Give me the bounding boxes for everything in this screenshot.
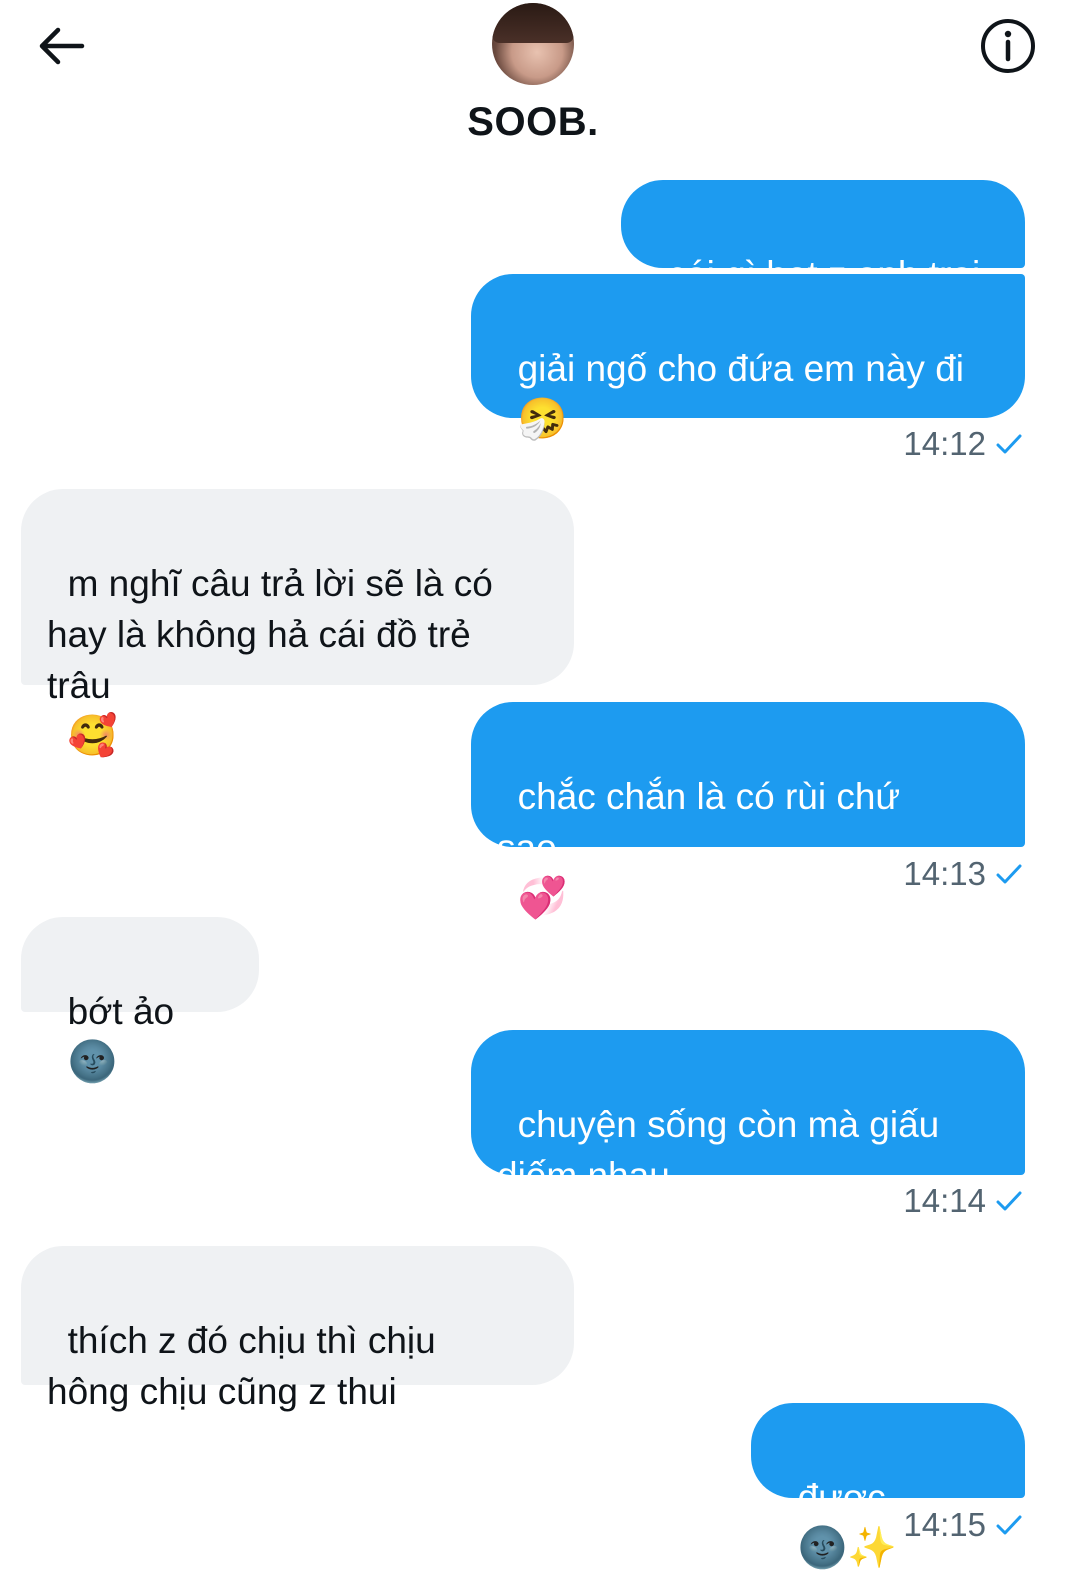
smiling-halo-emoji: 😇 — [517, 1203, 560, 1249]
message-text: chuyện sống còn mà giấu diếm nhau — [497, 1104, 940, 1196]
message-text: bớt ảo — [67, 991, 175, 1032]
message-bubble-outgoing[interactable]: giải ngố cho đứa em này đi 🤧 — [471, 274, 1025, 442]
message-meta: 14:12 — [903, 425, 1022, 463]
avatar[interactable] — [492, 3, 574, 85]
message-text: được — [797, 1477, 886, 1518]
message-bubble-incoming[interactable]: m nghĩ câu trả lời sẽ là có hay là không… — [21, 489, 574, 759]
sneezing-face-emoji: 🤧 — [517, 396, 568, 442]
info-button[interactable] — [978, 16, 1038, 76]
read-check-icon — [996, 864, 1022, 884]
smiling-hearts-emoji: 🥰 — [67, 713, 118, 759]
message-bubble-incoming[interactable]: bớt ảo 🌚 — [21, 917, 259, 1085]
read-check-icon — [996, 1515, 1022, 1535]
timestamp: 14:14 — [903, 1182, 986, 1219]
message-bubble-outgoing[interactable]: chắc chắn là có rùi chứ sao 💞 — [471, 702, 1025, 921]
back-arrow-icon — [39, 27, 85, 65]
message-text: m nghĩ câu trả lời sẽ là có hay là không… — [47, 563, 493, 706]
message-bubble-outgoing[interactable]: cái gì hot z anh trai — [621, 180, 1025, 295]
revolving-hearts-emoji: 💞 — [517, 875, 568, 921]
timestamp: 14:15 — [903, 1506, 986, 1543]
message-meta: 14:13 — [903, 855, 1022, 893]
info-icon — [981, 19, 1035, 73]
contact-name[interactable]: SOOB. — [0, 100, 1066, 145]
read-check-icon — [996, 434, 1022, 454]
message-meta: 14:15 — [903, 1506, 1022, 1544]
message-text: chắc chắn là có rùi chứ sao — [497, 776, 901, 868]
moon-sparkles-emoji: 🌚✨ — [797, 1525, 898, 1571]
read-check-icon — [996, 1191, 1022, 1211]
timestamp: 14:12 — [903, 425, 986, 462]
message-bubble-outgoing[interactable]: chuyện sống còn mà giấu diếm nhau 😇 — [471, 1030, 1025, 1249]
timestamp: 14:13 — [903, 855, 986, 892]
message-meta: 14:14 — [903, 1182, 1022, 1220]
message-text: thích z đó chịu thì chịu hông chịu cũng … — [47, 1320, 436, 1412]
new-moon-face-emoji: 🌚 — [67, 1039, 118, 1085]
message-bubble-incoming[interactable]: thích z đó chịu thì chịu hông chịu cũng … — [21, 1246, 574, 1412]
conversation-header: SOOB. — [0, 0, 1080, 160]
message-bubble-outgoing[interactable]: được 🌚✨ — [751, 1403, 1025, 1571]
back-button[interactable] — [34, 22, 90, 70]
message-text: giải ngố cho đứa em này đi — [517, 348, 965, 389]
